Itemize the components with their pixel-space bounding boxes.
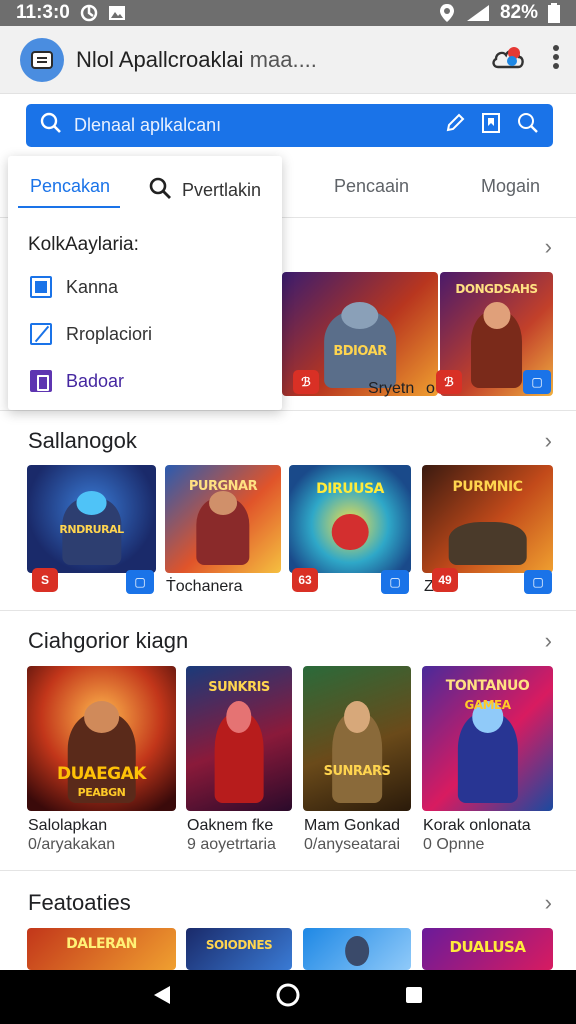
install-icon[interactable]: ▢ (126, 570, 154, 594)
back-icon[interactable] (152, 984, 172, 1011)
rating-badge: 63 (292, 568, 318, 592)
search-icon (40, 112, 62, 139)
game-tile[interactable]: DUALUSA (422, 928, 553, 970)
sync-icon (80, 4, 98, 22)
game-tile[interactable]: DALERAN (27, 928, 176, 970)
active-tab-indicator (18, 206, 120, 208)
recents-icon[interactable] (404, 985, 424, 1010)
divider (0, 410, 576, 411)
battery-percent: 82% (499, 2, 538, 23)
game-tile[interactable]: SUNKRIS (186, 666, 292, 811)
tile-caption: Ṫochanera (166, 578, 243, 595)
more-options-icon[interactable] (552, 44, 560, 75)
game-tile[interactable]: SUNRARS (303, 666, 411, 811)
popup-section-label: KolkAaylaria: (28, 234, 139, 255)
option-badoar[interactable]: Badoar (30, 370, 124, 392)
game-tile[interactable]: PURGNAR (165, 465, 281, 573)
search-bar[interactable]: Dlenaal aplkalcanı (26, 104, 553, 147)
status-time: 11:3:0 (16, 2, 70, 23)
system-nav-bar (0, 970, 576, 1024)
option-kanna[interactable]: Kanna (30, 276, 118, 298)
section-title: Sallanogok (28, 428, 137, 453)
game-tile[interactable] (303, 928, 411, 970)
option-rroplaciori[interactable]: Rroplaciori (30, 323, 152, 345)
home-icon[interactable] (275, 982, 301, 1013)
tile-caption: o (426, 380, 435, 397)
popup-tab-active[interactable]: Pencakan (30, 176, 110, 197)
install-icon[interactable]: ▢ (523, 370, 551, 394)
game-tile[interactable]: DIRUUSA (289, 465, 411, 573)
tile-caption: Korak onlonata (423, 817, 531, 834)
search-icon (148, 176, 172, 205)
chevron-right-icon[interactable]: › (545, 234, 552, 260)
app-bar: Nlol Apallcroaklai maa.... (0, 26, 576, 94)
zoom-icon[interactable] (517, 112, 539, 139)
tile-subtitle: 0/anyseatarai (304, 836, 401, 853)
bookmark-icon[interactable] (481, 112, 501, 139)
rating-badge: ℬ (436, 370, 462, 394)
tile-subtitle: 0/aryakakan (28, 836, 116, 853)
rating-badge: S (32, 568, 58, 592)
install-icon[interactable]: ▢ (524, 570, 552, 594)
game-tile[interactable]: SOIODNES (186, 928, 292, 970)
photo-icon (108, 5, 126, 21)
rating-badge: ℬ (293, 370, 319, 394)
chevron-right-icon[interactable]: › (545, 628, 552, 654)
tile-subtitle: 0 Opnne (423, 836, 485, 853)
search-input[interactable]: Dlenaal aplkalcanı (74, 115, 221, 136)
checkbox-partial-icon[interactable] (30, 323, 52, 345)
checkbox-checked-icon[interactable] (30, 276, 52, 298)
edit-box-icon[interactable] (30, 370, 52, 392)
divider (0, 870, 576, 871)
chevron-right-icon[interactable]: › (545, 428, 552, 454)
divider (0, 610, 576, 611)
battery-icon (548, 3, 560, 23)
game-tile[interactable]: TONTANUO GAMEA (422, 666, 553, 811)
game-tile[interactable]: DUAEGAK PEABGN (27, 666, 176, 811)
cloud-sync-icon[interactable] (490, 43, 526, 76)
edit-icon[interactable] (445, 113, 465, 138)
filter-popup: Pencakan Pvertlakin KolkAaylaria: Kanna … (8, 156, 282, 410)
tab-pencaain[interactable]: Pencaain (334, 176, 409, 197)
app-title: Nlol Apallcroaklai maa.... (76, 46, 317, 72)
game-tile[interactable]: PURMNIC (422, 465, 553, 573)
install-icon[interactable]: ▢ (381, 570, 409, 594)
tab-mogain[interactable]: Mogain (481, 176, 540, 197)
tile-caption: Mam Gonkad (304, 817, 401, 834)
rating-badge: 49 (432, 568, 458, 592)
chevron-right-icon[interactable]: › (545, 890, 552, 916)
section-title: Ciahgorior kiagn (28, 628, 189, 653)
tile-subtitle: 9 aoyetrtaria (187, 836, 276, 853)
tile-caption: Sryetn (368, 380, 415, 397)
tile-caption: Salolapkan (28, 817, 108, 834)
location-icon (438, 3, 456, 23)
section-title: Featoaties (28, 890, 131, 915)
chat-icon[interactable] (20, 37, 64, 82)
game-tile[interactable]: RNDRURAL (27, 465, 156, 573)
signal-icon (466, 4, 490, 22)
status-bar: 11:3:0 82% (0, 0, 576, 26)
popup-tab-search[interactable]: Pvertlakin (148, 176, 261, 205)
tile-caption: Oaknem fke (187, 817, 274, 834)
